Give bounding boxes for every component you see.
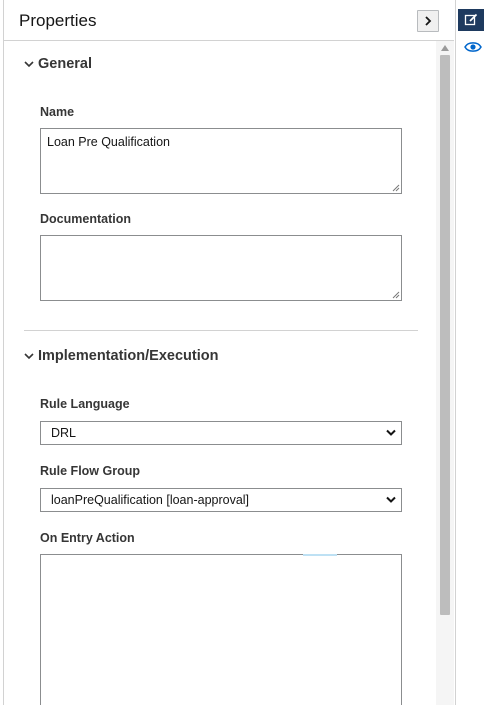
panel-title: Properties bbox=[19, 11, 97, 30]
chevron-down-icon bbox=[386, 429, 396, 436]
section-implementation-title: Implementation/Execution bbox=[38, 348, 219, 364]
edit-icon bbox=[464, 13, 478, 26]
eye-icon[interactable] bbox=[464, 40, 482, 54]
on-entry-action-label: On Entry Action bbox=[40, 531, 135, 545]
documentation-label: Documentation bbox=[40, 212, 131, 226]
name-value: Loan Pre Qualification bbox=[47, 135, 170, 149]
collapse-panel-button[interactable] bbox=[417, 10, 439, 32]
documentation-field[interactable] bbox=[40, 235, 402, 301]
chevron-right-icon bbox=[425, 16, 432, 26]
rule-flow-group-label: Rule Flow Group bbox=[40, 464, 140, 478]
scroll-up-icon[interactable] bbox=[440, 44, 450, 52]
rule-flow-group-select[interactable]: loanPreQualification [loan-approval] bbox=[40, 488, 402, 512]
rule-language-value: DRL bbox=[51, 426, 77, 440]
side-toolbar bbox=[455, 0, 485, 705]
rule-language-label: Rule Language bbox=[40, 397, 130, 411]
properties-content: General Name Loan Pre Qualification Docu… bbox=[4, 41, 436, 705]
edit-properties-button[interactable] bbox=[458, 9, 484, 31]
properties-panel: Properties General Name Loan Pre Qualifi… bbox=[0, 0, 455, 705]
name-label: Name bbox=[40, 105, 75, 119]
section-implementation-header[interactable]: Implementation/Execution bbox=[24, 348, 218, 364]
on-entry-action-editor[interactable] bbox=[40, 554, 402, 705]
resize-handle-icon[interactable] bbox=[392, 184, 400, 192]
rule-flow-group-value: loanPreQualification [loan-approval] bbox=[51, 493, 250, 507]
rule-language-select[interactable]: DRL bbox=[40, 421, 402, 445]
panel-header: Properties bbox=[4, 0, 454, 41]
chevron-down-icon bbox=[24, 353, 34, 360]
section-general-title: General bbox=[38, 56, 92, 72]
name-field[interactable]: Loan Pre Qualification bbox=[40, 128, 402, 194]
editor-focus-marker bbox=[303, 554, 337, 556]
section-general-header[interactable]: General bbox=[24, 56, 92, 72]
scrollbar-thumb[interactable] bbox=[440, 55, 450, 615]
chevron-down-icon bbox=[24, 61, 34, 68]
chevron-down-icon bbox=[386, 496, 396, 503]
section-divider bbox=[24, 330, 418, 331]
resize-handle-icon[interactable] bbox=[392, 291, 400, 299]
